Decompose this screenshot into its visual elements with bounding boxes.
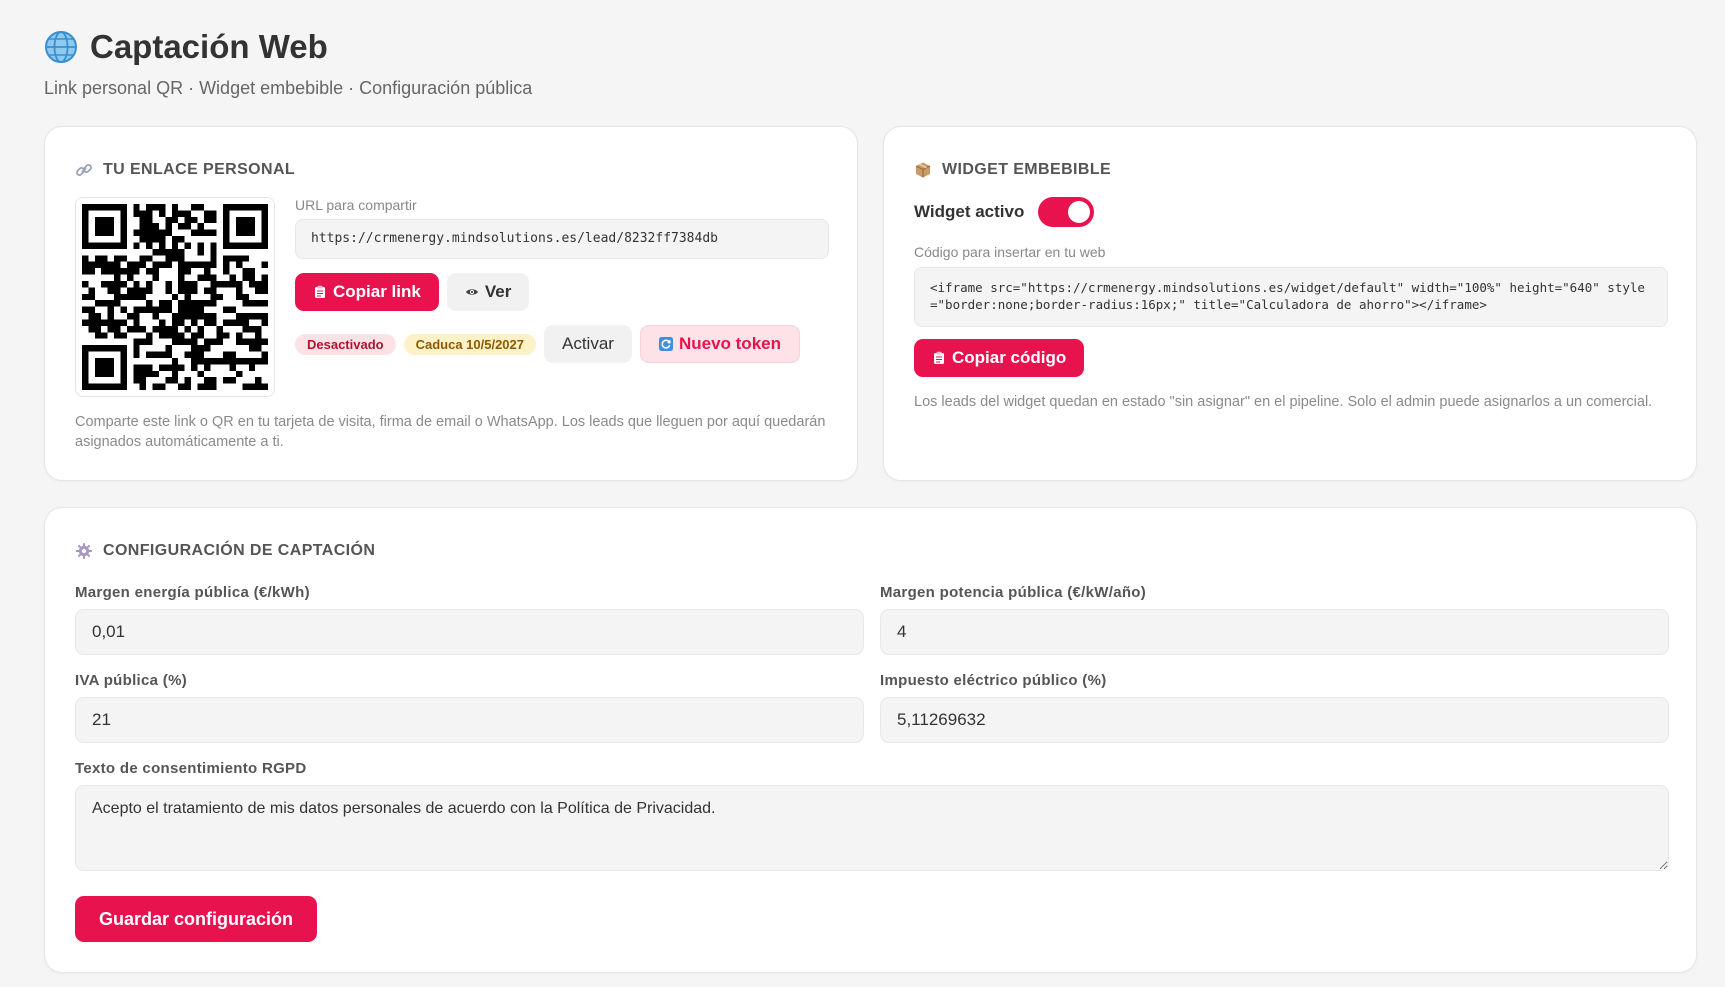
activate-button[interactable]: Activar	[544, 325, 632, 363]
page-title: Captación Web	[44, 28, 532, 66]
personal-link-title: Tu enlace personal	[75, 161, 295, 179]
view-button[interactable]: Ver	[446, 273, 530, 311]
widget-active-row: Widget activo	[914, 197, 1095, 227]
capture-config-card: Configuración de captación Margen energí…	[44, 507, 1697, 973]
power-margin-input[interactable]	[880, 609, 1669, 655]
vat-label: IVA pública (%)	[75, 672, 188, 689]
personal-link-card: Tu enlace personal URL para compartir ht…	[44, 126, 858, 481]
electric-tax-label: Impuesto eléctrico público (%)	[880, 672, 1107, 689]
personal-link-note: Comparte este link o QR en tu tarjeta de…	[75, 414, 826, 450]
power-margin-label: Margen potencia pública (€/kW/año)	[880, 584, 1147, 601]
clipboard-icon	[315, 285, 325, 298]
save-config-button[interactable]: Guardar configuración	[75, 896, 318, 942]
widget-card: Widget embebible Widget activo Código pa…	[883, 126, 1697, 481]
globe-icon	[45, 31, 77, 63]
widget-title: Widget embebible	[914, 161, 1111, 179]
status-badge: Desactivado	[295, 333, 396, 355]
clipboard-icon	[934, 351, 944, 364]
gear-icon	[76, 543, 92, 559]
copy-code-button[interactable]: Copiar código	[914, 339, 1085, 377]
energy-margin-label: Margen energía pública (€/kWh)	[75, 584, 310, 601]
widget-note: Los leads del widget quedan en estado "s…	[914, 394, 1653, 410]
link-icon	[76, 164, 92, 176]
page-subtitle: Link personal QR · Widget embebible · Co…	[44, 78, 533, 98]
url-field[interactable]: https://crmenergy.mindsolutions.es/lead/…	[295, 219, 829, 259]
code-label: Código para insertar en tu web	[914, 244, 1106, 260]
electric-tax-input[interactable]	[880, 697, 1669, 743]
new-token-button[interactable]: Nuevo token	[639, 325, 800, 363]
page-header: Captación Web Link personal QR · Widget …	[44, 28, 532, 99]
package-icon	[915, 162, 931, 178]
expiry-badge: Caduca 10/5/2027	[403, 333, 536, 355]
config-title: Configuración de captación	[75, 542, 375, 560]
qr-code	[75, 197, 275, 397]
url-label: URL para compartir	[295, 197, 417, 213]
link-actions: Copiar link Ver	[295, 273, 530, 311]
page-title-text: Captación Web	[90, 28, 328, 65]
token-status-row: Desactivado Caduca 10/5/2027 Activar Nue…	[295, 325, 800, 363]
embed-code-field[interactable]: <iframe src="https://crmenergy.mindsolut…	[914, 267, 1668, 327]
consent-label: Texto de consentimiento RGPD	[75, 760, 307, 777]
energy-margin-input[interactable]	[75, 609, 864, 655]
widget-active-toggle[interactable]	[1038, 197, 1095, 227]
widget-active-label: Widget activo	[914, 202, 1025, 221]
consent-textarea[interactable]: Acepto el tratamiento de mis datos perso…	[75, 785, 1669, 871]
toggle-knob	[1068, 201, 1091, 223]
eye-icon	[465, 289, 478, 295]
vat-input[interactable]	[75, 697, 864, 743]
refresh-icon	[658, 337, 673, 351]
copy-link-button[interactable]: Copiar link	[295, 273, 439, 311]
